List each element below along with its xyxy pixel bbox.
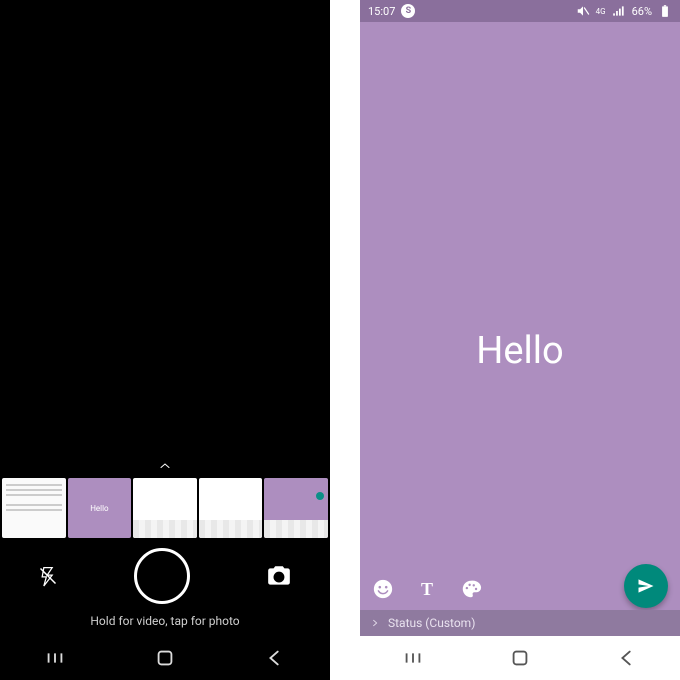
android-status-bar: 15:07 S 4G 66%	[360, 0, 680, 22]
gallery-thumb[interactable]	[199, 478, 263, 538]
gallery-thumb[interactable]: Hello	[68, 478, 132, 538]
battery-percent: 66%	[632, 5, 652, 18]
gallery-thumb-strip[interactable]: Hello	[0, 478, 330, 538]
switch-camera-icon[interactable]	[266, 563, 292, 589]
gallery-thumb[interactable]	[2, 478, 66, 538]
android-nav-bar	[360, 636, 680, 680]
mute-icon	[576, 4, 590, 18]
recents-button[interactable]	[44, 647, 66, 669]
composer-toolbar: T	[372, 578, 482, 600]
shutter-button[interactable]	[134, 548, 190, 604]
palette-icon[interactable]	[460, 578, 482, 600]
camera-controls	[0, 538, 330, 608]
flash-off-icon[interactable]	[38, 564, 58, 588]
send-button[interactable]	[624, 564, 668, 608]
status-time: 15:07	[368, 5, 395, 18]
chevron-right-icon	[370, 618, 380, 628]
android-nav-bar	[0, 636, 330, 680]
camera-hint: Hold for video, tap for photo	[0, 608, 330, 636]
home-button[interactable]	[509, 647, 531, 669]
home-button[interactable]	[154, 647, 176, 669]
carrier-badge: S	[401, 4, 415, 18]
font-icon[interactable]: T	[416, 578, 438, 600]
gallery-thumb-text: Hello	[90, 504, 108, 513]
gallery-thumb[interactable]	[133, 478, 197, 538]
status-privacy-label: Status (Custom)	[388, 616, 475, 630]
screenshot-gap	[330, 0, 360, 680]
camera-viewfinder[interactable]	[0, 0, 330, 460]
status-privacy-footer[interactable]: Status (Custom)	[360, 610, 680, 636]
camera-screen: Hello Hold for video, tap for photo	[0, 0, 330, 680]
status-composer-screen: 15:07 S 4G 66% Hello T	[360, 0, 680, 680]
emoji-icon[interactable]	[372, 578, 394, 600]
battery-icon	[658, 4, 672, 18]
back-button[interactable]	[264, 647, 286, 669]
network-type: 4G	[596, 7, 606, 16]
recents-button[interactable]	[402, 647, 424, 669]
chevron-up-icon[interactable]	[0, 460, 330, 476]
send-dot-icon	[316, 492, 324, 500]
status-text[interactable]: Hello	[476, 329, 563, 373]
gallery-thumb[interactable]	[264, 478, 328, 538]
back-button[interactable]	[616, 647, 638, 669]
signal-icon	[612, 4, 626, 18]
